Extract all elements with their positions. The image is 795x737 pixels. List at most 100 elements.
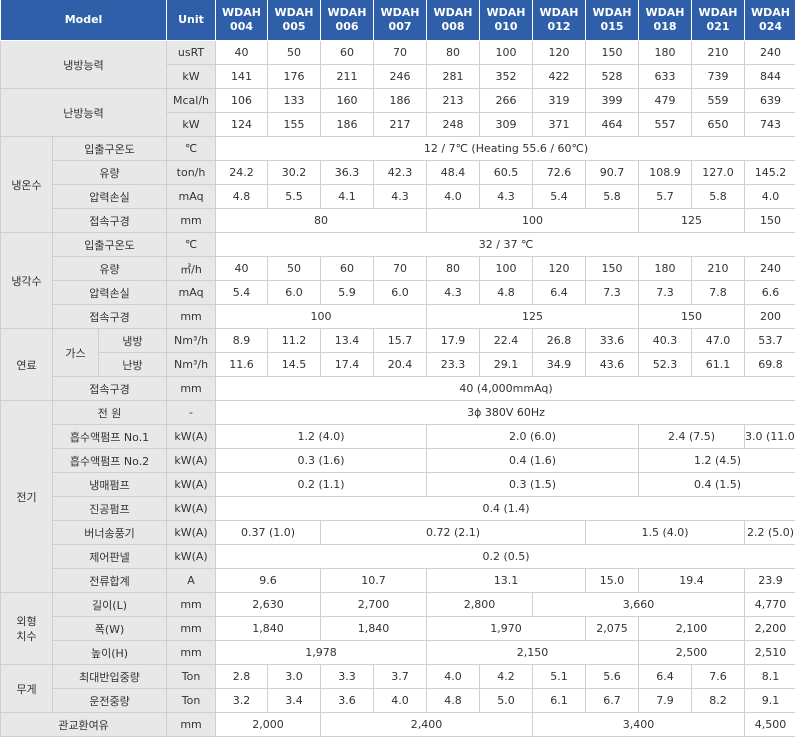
value-cell: 150 [639, 305, 745, 329]
coolingwater-temp-row: 냉각수 입출구온도 ℃ 32 / 37 ℃ [1, 233, 795, 257]
value-cell: 3.4 [268, 689, 321, 713]
value-cell: 309 [480, 113, 533, 137]
value-cell: 4.0 [427, 665, 480, 689]
value-cell: 120 [533, 257, 586, 281]
electric-pump1-row: 흡수액펌프 No.1 kW(A) 1.2 (4.0) 2.0 (6.0) 2.4… [1, 425, 795, 449]
unit-cell: kW [167, 65, 216, 89]
row-label: 버너송풍기 [53, 521, 167, 545]
value-cell: 4.3 [374, 185, 427, 209]
value-cell: 5.6 [586, 665, 639, 689]
value-cell: 53.7 [745, 329, 795, 353]
value-cell: 43.6 [586, 353, 639, 377]
value-cell: 4.8 [427, 689, 480, 713]
row-label: 접속구경 [53, 377, 167, 401]
value-cell: 20.4 [374, 353, 427, 377]
value-cell: 40.3 [639, 329, 692, 353]
value-cell: 14.5 [268, 353, 321, 377]
value-cell: 1,970 [427, 617, 586, 641]
unit-cell: kW(A) [167, 497, 216, 521]
value-cell: 1.2 (4.0) [216, 425, 427, 449]
dimension-length-row: 외형치수 길이(L) mm 2,630 2,700 2,800 3,660 4,… [1, 593, 795, 617]
value-cell: 240 [745, 257, 795, 281]
model-number: 006 [321, 20, 373, 34]
value-cell: 0.4 (1.5) [639, 473, 795, 497]
value-cell: 6.4 [533, 281, 586, 305]
value-cell: 1,978 [216, 641, 427, 665]
value-cell: 13.1 [427, 569, 586, 593]
value-cell: 42.3 [374, 161, 427, 185]
value-cell: 2,510 [745, 641, 795, 665]
value-cell: 2.0 (6.0) [427, 425, 639, 449]
value-cell: 200 [745, 305, 795, 329]
value-cell: 4.8 [480, 281, 533, 305]
value-cell: 650 [692, 113, 745, 137]
unit-cell: A [167, 569, 216, 593]
unit-cell: ㎥/h [167, 257, 216, 281]
value-cell: 399 [586, 89, 639, 113]
value-cell: 133 [268, 89, 321, 113]
row-label: 입출구온도 [53, 137, 167, 161]
row-label: 냉매펌프 [53, 473, 167, 497]
value-cell: 639 [745, 89, 795, 113]
unit-cell: mm [167, 593, 216, 617]
value-cell: 559 [692, 89, 745, 113]
row-label: 길이(L) [53, 593, 167, 617]
value-cell: 50 [268, 41, 321, 65]
value-cell: 3.0 [268, 665, 321, 689]
value-cell: 11.6 [216, 353, 268, 377]
value-cell: 8.1 [745, 665, 795, 689]
dimension-label-line-1: 외형 [16, 615, 36, 628]
value-cell: 61.1 [692, 353, 745, 377]
value-cell: 211 [321, 65, 374, 89]
value-cell: 19.4 [639, 569, 745, 593]
model-number: 007 [374, 20, 426, 34]
value-cell: 0.37 (1.0) [216, 521, 321, 545]
value-cell: 633 [639, 65, 692, 89]
chilled-loss-row: 압력손실 mAq 4.8 5.5 4.1 4.3 4.0 4.3 5.4 5.8… [1, 185, 795, 209]
value-cell: 47.0 [692, 329, 745, 353]
value-cell: 60 [321, 257, 374, 281]
chilled-water-label: 냉온수 [1, 137, 53, 233]
row-label: 진공펌프 [53, 497, 167, 521]
value-cell: 528 [586, 65, 639, 89]
value-cell: 5.0 [480, 689, 533, 713]
value-cell: 4.1 [321, 185, 374, 209]
value-cell: 9.1 [745, 689, 795, 713]
model-number: 021 [692, 20, 744, 34]
unit-cell: kW(A) [167, 521, 216, 545]
unit-cell: mm [167, 377, 216, 401]
value-cell: 210 [692, 41, 745, 65]
value-cell: 0.2 (1.1) [216, 473, 427, 497]
unit-cell: Ton [167, 689, 216, 713]
value-cell: 141 [216, 65, 268, 89]
value-cell: 72.6 [533, 161, 586, 185]
chilled-flow-row: 유량 ton/h 24.2 30.2 36.3 42.3 48.4 60.5 7… [1, 161, 795, 185]
unit-cell: Nm³/h [167, 353, 216, 377]
model-header: Model [1, 0, 167, 41]
value-cell: 2,630 [216, 593, 321, 617]
value-cell: 5.1 [533, 665, 586, 689]
value-cell: 120 [533, 41, 586, 65]
value-cell: 6.0 [268, 281, 321, 305]
value-cell: 100 [427, 209, 639, 233]
model-series: WDAH [533, 6, 585, 20]
value-cell: 4.2 [480, 665, 533, 689]
unit-cell: mm [167, 713, 216, 737]
value-cell: 160 [321, 89, 374, 113]
value-cell: 3.3 [321, 665, 374, 689]
row-label: 유량 [53, 257, 167, 281]
row-label: 접속구경 [53, 305, 167, 329]
value-cell: 0.72 (2.1) [321, 521, 586, 545]
value-cell: 6.1 [533, 689, 586, 713]
model-number: 015 [586, 20, 638, 34]
row-label: 난방 [99, 353, 167, 377]
model-number: 004 [216, 20, 267, 34]
value-cell: 5.5 [268, 185, 321, 209]
value-cell: 17.4 [321, 353, 374, 377]
model-series: WDAH [692, 6, 744, 20]
value-cell: 4.8 [216, 185, 268, 209]
value-cell: 4.0 [427, 185, 480, 209]
value-cell: 106 [216, 89, 268, 113]
model-series: WDAH [374, 6, 426, 20]
fuel-heat-row: 난방 Nm³/h 11.6 14.5 17.4 20.4 23.3 29.1 3… [1, 353, 795, 377]
